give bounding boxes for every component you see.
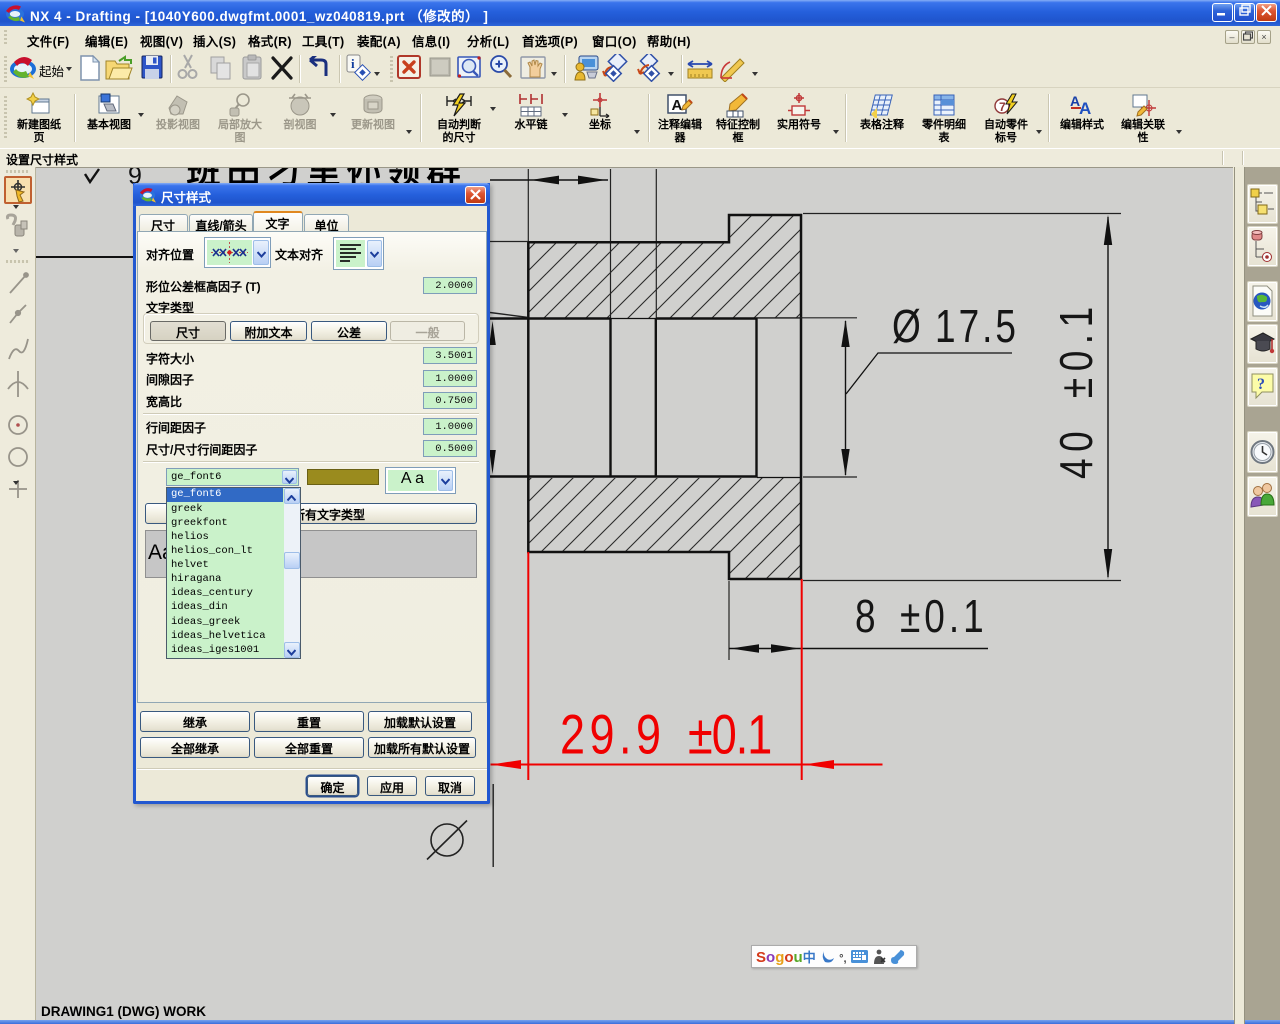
svg-text:17.5: 17.5 [935,300,1019,352]
svg-text:7: 7 [999,100,1006,114]
svg-text:Ø: Ø [892,300,924,352]
svg-text:±0.1: ±0.1 [688,703,771,766]
svg-text:i: i [351,56,355,71]
svg-text:40 ±0.1: 40 ±0.1 [1050,300,1102,479]
svg-text:A: A [672,97,683,114]
svg-text:±0.1: ±0.1 [900,590,988,642]
svg-text:29.9: 29.9 [560,703,666,766]
svg-text:8: 8 [855,590,876,642]
svg-text:?: ? [1257,376,1265,393]
